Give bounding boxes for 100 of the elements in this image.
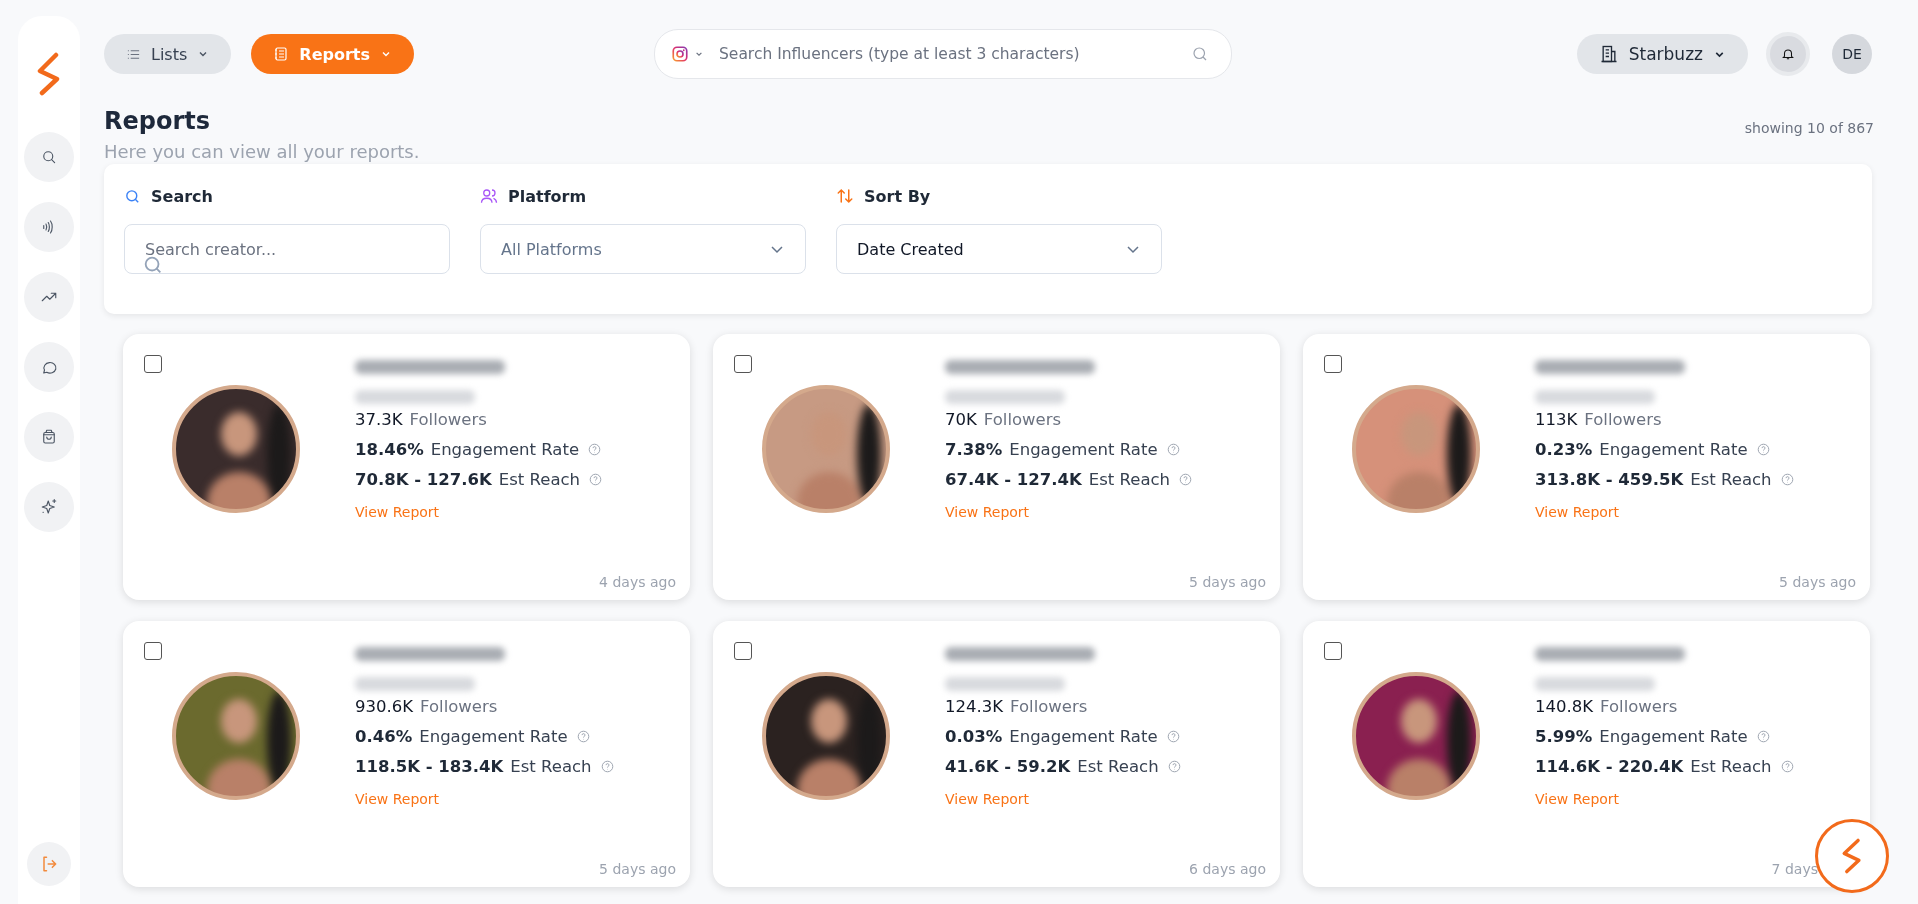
reports-button[interactable]: Reports [251, 34, 414, 74]
sort-dropdown[interactable]: Date Created [836, 224, 1162, 274]
view-report-link[interactable]: View Report [355, 791, 614, 807]
search-icon [142, 254, 164, 276]
view-report-link[interactable]: View Report [1535, 504, 1794, 520]
stat-value: 113K [1535, 409, 1578, 429]
lists-button[interactable]: Lists [104, 34, 232, 74]
bag-button[interactable] [24, 412, 74, 462]
help-icon[interactable] [1167, 759, 1181, 773]
view-report-link[interactable]: View Report [945, 791, 1181, 807]
stat-label: Followers [1584, 409, 1662, 429]
platform-label: Platform [508, 186, 587, 206]
checkbox[interactable] [734, 642, 752, 660]
checkbox[interactable] [144, 355, 162, 373]
stat-label: Followers [983, 409, 1062, 429]
help-icon[interactable] [576, 729, 590, 743]
stat-value: 5.99% [1535, 726, 1593, 746]
help-icon[interactable] [1780, 759, 1794, 773]
help-icon[interactable] [1179, 472, 1193, 486]
help-icon[interactable] [1756, 729, 1770, 743]
stat-label: Est Reach [1077, 756, 1159, 776]
trend-button[interactable] [24, 272, 74, 322]
stat-label: Followers [1600, 696, 1678, 716]
checkbox[interactable] [734, 355, 752, 373]
result-count: showing 10 of 867 [1744, 120, 1874, 136]
stat-label: Est Reach [498, 469, 581, 489]
workspace-button[interactable]: Starbuzz [1576, 34, 1748, 74]
influencer-search-field[interactable]: Search Influencers (type at least 3 characters) [719, 39, 1185, 69]
stat-label: Engagement Rate [1599, 439, 1748, 459]
stat-label: Followers [1010, 696, 1088, 716]
help-icon[interactable] [589, 472, 603, 486]
stat-value: 37.3K [355, 409, 403, 429]
instagram-icon[interactable] [671, 45, 689, 63]
stat-label: Est Reach [1690, 469, 1772, 489]
search-button[interactable] [24, 132, 74, 182]
logout-button[interactable] [27, 842, 71, 886]
chat-button[interactable] [24, 342, 74, 392]
notification-button[interactable] [1766, 32, 1810, 76]
stat-value: 18.46% [355, 439, 424, 459]
timestamp: 4 days ago [599, 574, 676, 590]
stat-value: 118.5K - 183.4K [355, 756, 504, 776]
search-bar[interactable]: Search Influencers (type at least 3 characters) [654, 29, 1232, 79]
sort-icon [836, 187, 854, 205]
stat-value: 930.6K [355, 696, 414, 716]
stat-value: 313.8K - 459.5K [1535, 469, 1684, 489]
stat-value: 124.3K [945, 696, 1004, 716]
timestamp: 5 days ago [1779, 574, 1856, 590]
sort-label: Sort By [864, 186, 931, 206]
stat-label: Est Reach [510, 756, 592, 776]
platform-dropdown[interactable]: All Platforms [480, 224, 806, 274]
stat-value: 0.03% [945, 726, 1003, 746]
stat-label: Followers [409, 409, 487, 429]
timestamp: 7 days [1771, 861, 1818, 877]
help-icon[interactable] [600, 759, 614, 773]
stat-value: 7.38% [945, 439, 1003, 459]
sparkle-icon-glyph [40, 498, 58, 516]
search-icon[interactable] [1191, 45, 1209, 63]
stat-label: Engagement Rate [1599, 726, 1748, 746]
stat-value: 67.4K - 127.4K [945, 469, 1082, 489]
help-icon[interactable] [1166, 442, 1180, 456]
page-title: Reports [104, 107, 212, 135]
bell-icon [1781, 47, 1795, 61]
timestamp: 5 days ago [1189, 574, 1266, 590]
view-report-link[interactable]: View Report [355, 504, 603, 520]
help-icon[interactable] [1780, 472, 1794, 486]
stat-label: Est Reach [1690, 756, 1772, 776]
stat-label: Est Reach [1088, 469, 1171, 489]
help-icon[interactable] [1166, 729, 1180, 743]
view-report-link[interactable]: View Report [945, 504, 1193, 520]
help-icon[interactable] [1756, 442, 1770, 456]
timestamp: 6 days ago [1189, 861, 1266, 877]
checkbox[interactable] [144, 642, 162, 660]
sparkle-button[interactable] [24, 482, 74, 532]
signal-button[interactable] [24, 202, 74, 252]
stat-label: Engagement Rate [419, 726, 568, 746]
notebook-icon [273, 46, 290, 62]
search-icon [124, 187, 141, 205]
timestamp: 5 days ago [599, 861, 676, 877]
search-icon-glyph [40, 148, 58, 166]
caret-icon [695, 50, 703, 58]
bag-icon-glyph [40, 428, 58, 446]
users-icon [480, 187, 498, 205]
stat-value: 41.6K - 59.2K [945, 756, 1071, 776]
view-report-link[interactable]: View Report [1535, 791, 1794, 807]
checkbox[interactable] [1324, 355, 1342, 373]
stat-value: 114.6K - 220.4K [1535, 756, 1684, 776]
stat-value: 70K [945, 409, 977, 429]
stat-label: Followers [420, 696, 498, 716]
stat-value: 140.8K [1535, 696, 1594, 716]
creator-search-field[interactable]: Search creator... [124, 224, 450, 274]
stat-value: 0.46% [355, 726, 413, 746]
help-icon[interactable] [588, 442, 602, 456]
search-label: Search [151, 186, 213, 206]
stat-label: Engagement Rate [430, 439, 580, 459]
stat-label: Engagement Rate [1009, 439, 1158, 459]
stat-value: 0.23% [1535, 439, 1593, 459]
user-avatar[interactable]: DE [1832, 34, 1872, 74]
stat-value: 70.8K - 127.6K [355, 469, 492, 489]
stat-label: Engagement Rate [1009, 726, 1158, 746]
checkbox[interactable] [1324, 642, 1342, 660]
